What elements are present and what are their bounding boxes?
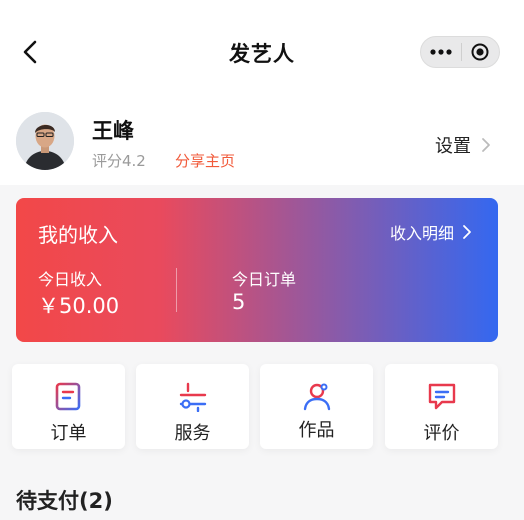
shortcut-label: 评价 [423, 423, 460, 444]
settings-label: 设置 [435, 136, 471, 157]
chevron-right-icon [482, 138, 490, 152]
income-card: 我的收入 收入明细 今日收入 ￥50.00 今日订单 5 [16, 198, 498, 342]
income-card-title: 我的收入 [38, 223, 118, 247]
share-homepage-link[interactable]: 分享主页 [175, 150, 235, 171]
today-orders-label: 今日订单 [232, 270, 297, 289]
settings-button[interactable]: 设置 [435, 132, 491, 158]
works-person-icon [303, 383, 330, 411]
today-income-value: ￥50.00 [38, 294, 120, 318]
today-income-label: 今日收入 [38, 270, 103, 289]
more-dots-icon [430, 49, 452, 55]
shortcut-label: 作品 [298, 420, 335, 441]
shortcut-reviews[interactable]: 评价 [385, 364, 498, 449]
shortcut-services[interactable]: 服务 [136, 364, 249, 449]
mini-program-capsule [420, 36, 500, 68]
shortcut-label: 服务 [174, 423, 211, 444]
capsule-close-button[interactable] [461, 37, 499, 67]
review-chat-icon [428, 383, 455, 410]
service-slider-icon [179, 382, 206, 412]
avatar[interactable] [16, 112, 74, 170]
navigation-bar: 发艺人 [0, 0, 524, 100]
shortcut-label: 订单 [50, 423, 87, 444]
chevron-right-icon [463, 225, 471, 239]
today-orders-value: 5 [232, 290, 246, 314]
stat-divider [176, 268, 177, 312]
order-doc-icon [55, 382, 80, 411]
avatar-photo [16, 112, 74, 170]
income-detail-link[interactable]: 收入明细 [390, 220, 472, 244]
user-rating: 评分4.2 [92, 152, 146, 170]
shortcut-orders[interactable]: 订单 [12, 364, 125, 449]
shortcut-works[interactable]: 作品 [260, 364, 373, 449]
capsule-close-icon [471, 43, 489, 61]
profile-header: 王峰 评分4.2 分享主页 设置 [0, 100, 524, 185]
user-name: 王峰 [92, 119, 134, 143]
pending-payment-title: 待支付(2) [16, 489, 113, 513]
more-button[interactable] [421, 37, 461, 67]
income-detail-label: 收入明细 [389, 224, 454, 243]
